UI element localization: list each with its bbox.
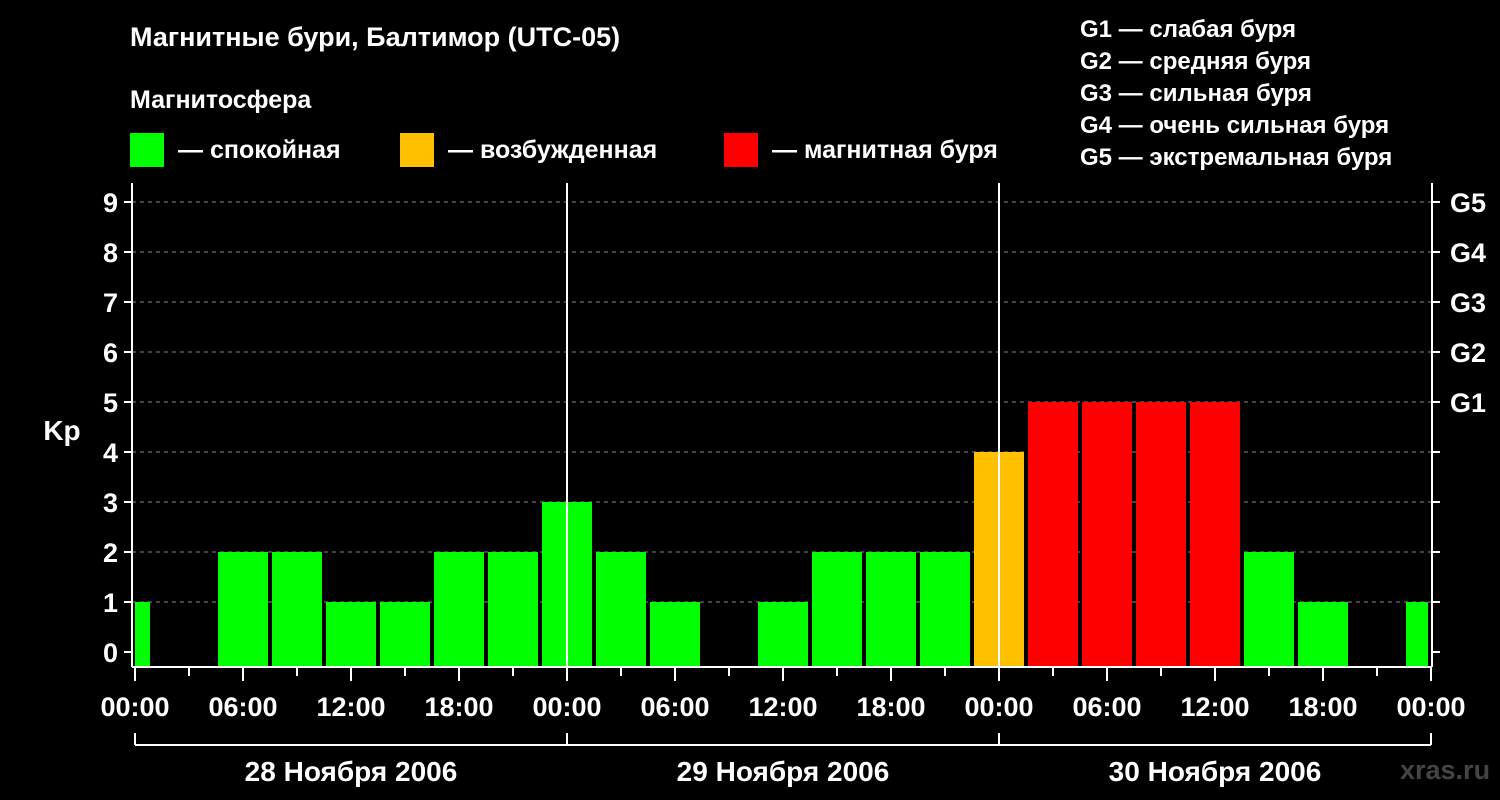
x-tick-label: 12:00 bbox=[316, 692, 385, 722]
g-scale-label: G4 bbox=[1450, 238, 1486, 268]
y-tick-label: 8 bbox=[103, 238, 118, 268]
kp-bar bbox=[1244, 552, 1294, 667]
y-tick-label: 1 bbox=[103, 588, 118, 618]
g-scale-label: G3 bbox=[1450, 288, 1486, 318]
x-tick-label: 06:00 bbox=[208, 692, 277, 722]
date-label: 29 Ноября 2006 bbox=[677, 756, 890, 787]
y-tick-label: 9 bbox=[103, 188, 118, 218]
x-tick-label: 00:00 bbox=[532, 692, 601, 722]
date-label: 30 Ноября 2006 bbox=[1109, 756, 1322, 787]
kp-bar bbox=[1406, 602, 1428, 667]
kp-bar bbox=[135, 602, 150, 667]
g-scale-label: G2 bbox=[1450, 338, 1486, 368]
kp-bar bbox=[758, 602, 808, 667]
kp-bar bbox=[650, 602, 700, 667]
y-tick-label: 6 bbox=[103, 338, 118, 368]
kp-bar bbox=[380, 602, 430, 667]
kp-bar bbox=[812, 552, 862, 667]
g-scale-label: G5 bbox=[1450, 188, 1486, 218]
watermark: xras.ru bbox=[1400, 755, 1491, 785]
y-tick-label: 4 bbox=[103, 438, 118, 468]
kp-bar bbox=[1190, 402, 1240, 667]
kp-bar bbox=[1298, 602, 1348, 667]
y-tick-label: 2 bbox=[103, 538, 118, 568]
date-label: 28 Ноября 2006 bbox=[245, 756, 458, 787]
kp-bar bbox=[218, 552, 268, 667]
x-tick-label: 00:00 bbox=[1396, 692, 1465, 722]
kp-bar bbox=[272, 552, 322, 667]
x-tick-label: 00:00 bbox=[100, 692, 169, 722]
x-tick-label: 18:00 bbox=[856, 692, 925, 722]
kp-chart: 0 1 2 3 4 5 6 7 8 9 G1 G2 G3 G4 G5 Kp 00:00 06:00 12:00 18:… bbox=[43, 183, 1486, 787]
kp-bar bbox=[488, 552, 538, 667]
kp-bar bbox=[920, 552, 970, 667]
y-tick-label: 3 bbox=[103, 488, 118, 518]
x-tick-label: 06:00 bbox=[640, 692, 709, 722]
kp-bar bbox=[326, 602, 376, 667]
y-axis-label: Kp bbox=[43, 415, 80, 446]
kp-bar bbox=[866, 552, 916, 667]
x-tick-label: 12:00 bbox=[1180, 692, 1249, 722]
x-tick-label: 18:00 bbox=[424, 692, 493, 722]
kp-bar bbox=[596, 552, 646, 667]
y-tick-label: 5 bbox=[103, 388, 118, 418]
g-scale-label: G1 bbox=[1450, 388, 1486, 418]
y-tick-label: 7 bbox=[103, 288, 118, 318]
kp-bar bbox=[1136, 402, 1186, 667]
x-tick-label: 12:00 bbox=[748, 692, 817, 722]
x-tick-label: 00:00 bbox=[964, 692, 1033, 722]
kp-bar bbox=[434, 552, 484, 667]
x-tick-label: 18:00 bbox=[1288, 692, 1357, 722]
x-tick-label: 06:00 bbox=[1072, 692, 1141, 722]
kp-bar bbox=[1082, 402, 1132, 667]
kp-bar bbox=[1028, 402, 1078, 667]
y-tick-label: 0 bbox=[103, 638, 118, 668]
